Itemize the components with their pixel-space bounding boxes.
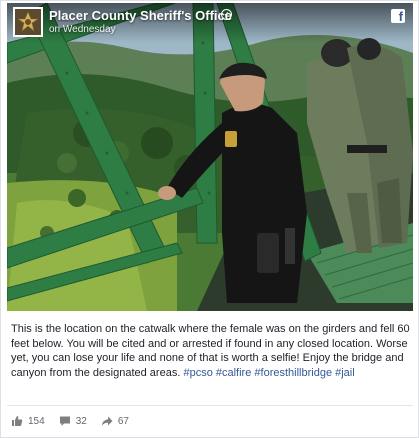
bridge-catwalk-photo [7,3,413,311]
facebook-post: Placer County Sheriff's Office ✓ on Wedn… [0,0,419,438]
page-name[interactable]: Placer County Sheriff's Office [49,8,232,23]
hashtag-calfire[interactable]: #calfire [216,367,251,379]
hashtag-pcso[interactable]: #pcso [183,367,212,379]
share-icon [101,416,113,426]
like-action[interactable]: 154 [11,415,45,427]
thumbs-up-icon [12,416,23,426]
like-count: 154 [28,415,45,427]
verified-icon: ✓ [221,9,232,20]
share-count: 67 [117,415,129,427]
post-actions: 154 32 67 [11,414,143,428]
footer-divider [7,405,413,406]
hashtag-jail[interactable]: #jail [335,367,355,379]
hashtag-foresthillbridge[interactable]: #foresthillbridge [254,367,332,379]
post-timestamp[interactable]: on Wednesday [49,24,116,35]
post-header-overlay: Placer County Sheriff's Office ✓ on Wedn… [7,3,413,43]
comment-action[interactable]: 32 [59,415,87,427]
share-action[interactable]: 67 [101,415,129,427]
post-caption: This is the location on the catwalk wher… [11,322,411,380]
comment-icon [59,416,70,426]
comment-count: 32 [75,415,87,427]
facebook-icon[interactable]: f [391,9,405,23]
page-avatar[interactable] [13,7,43,37]
post-photo[interactable]: Placer County Sheriff's Office ✓ on Wedn… [7,3,413,311]
